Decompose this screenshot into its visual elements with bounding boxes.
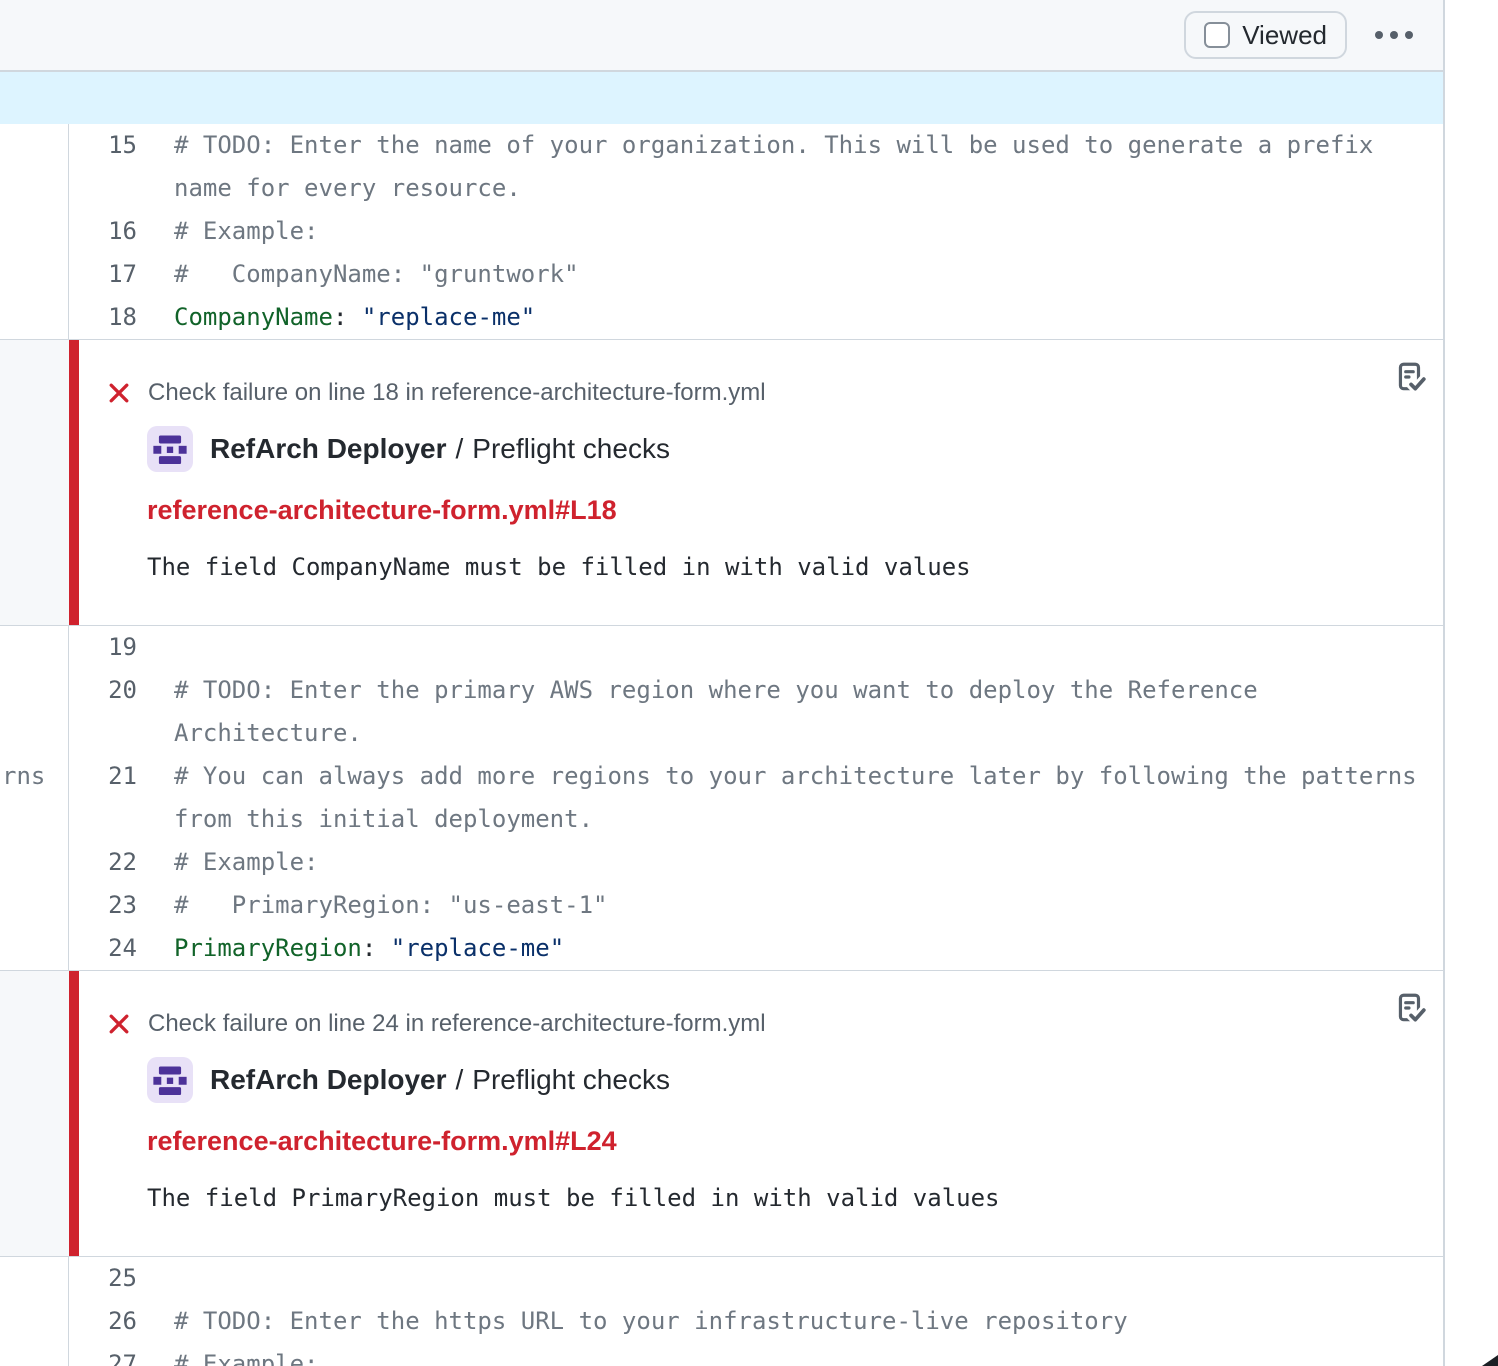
check-app-name: RefArch Deployer [210,1064,447,1096]
code-line: 19 [0,626,1443,669]
old-pane-sliver [0,296,69,339]
annotation-header: Check failure on line 24 in reference-ar… [106,1009,1443,1039]
code-line: 15 # TODO: Enter the name of your organi… [0,124,1443,210]
line-number[interactable]: 16 [69,210,137,253]
old-pane-sliver [0,1257,69,1300]
old-pane-sliver [0,253,69,296]
failure-severity-bar [69,971,79,1256]
code-line: 18 CompanyName: "replace-me" [0,296,1443,339]
refarch-deployer-avatar-icon [147,426,193,472]
code-text: # You can always add more regions to you… [174,755,1438,841]
kebab-dot-icon [1390,31,1398,39]
code-text: # Example: [174,1343,1438,1366]
code-line: 22 # Example: [0,841,1443,884]
code-line: 25 [0,1257,1443,1300]
line-number[interactable]: 23 [69,884,137,927]
line-number[interactable]: 24 [69,927,137,970]
refarch-deployer-avatar-icon [147,1057,193,1103]
hunk-expand-row [0,72,1443,124]
annotation-title: Check failure on line 24 in reference-ar… [148,1009,766,1039]
old-pane-sliver [0,124,69,210]
check-run-name: Preflight checks [472,433,670,465]
line-number[interactable]: 17 [69,253,137,296]
old-pane-sliver [0,841,69,884]
code-line: 23 # PrimaryRegion: "us-east-1" [0,884,1443,927]
gutter-fill [0,971,69,1256]
checklist-icon[interactable] [1393,360,1427,394]
code-line: 27 # Example: [0,1343,1443,1366]
line-number[interactable]: 25 [69,1257,137,1300]
code-text: # PrimaryRegion: "us-east-1" [174,884,1438,927]
annotation-file-link[interactable]: reference-architecture-form.yml#L18 [147,494,1443,526]
kebab-dot-icon [1405,31,1413,39]
kebab-menu-button[interactable] [1371,23,1417,47]
old-pane-sliver [0,1300,69,1343]
check-run-name: Preflight checks [472,1064,670,1096]
code-line: 17 # CompanyName: "gruntwork" [0,253,1443,296]
code-block-2: rns 19 20 # TODO: Enter the primary AWS … [0,626,1443,970]
page: Viewed 15 # TODO: Enter the name of your… [0,0,1498,1366]
code-block-3: 25 26 # TODO: Enter the https URL to you… [0,1257,1443,1366]
annotation-body: Check failure on line 24 in reference-ar… [79,971,1443,1256]
x-icon [106,1011,132,1037]
old-pane-sliver [0,927,69,970]
line-number[interactable]: 15 [69,124,137,210]
code-text: # Example: [174,841,1438,884]
viewed-checkbox-icon[interactable] [1204,22,1230,48]
check-run-row: RefArch Deployer / Preflight checks [147,426,1443,472]
code-line: 21 # You can always add more regions to … [0,755,1443,841]
line-number[interactable]: 19 [69,626,137,669]
viewed-toggle-button[interactable]: Viewed [1184,11,1347,59]
code-text: PrimaryRegion: "replace-me" [174,927,1438,970]
kebab-dot-icon [1375,31,1383,39]
annotation-body: Check failure on line 18 in reference-ar… [79,340,1443,625]
code-text: # Example: [174,210,1438,253]
old-pane-sliver [0,626,69,669]
code-text: # TODO: Enter the https URL to your infr… [174,1300,1438,1343]
old-pane-sliver [0,884,69,927]
old-pane-sliver [0,210,69,253]
annotation-message: The field CompanyName must be filled in … [147,552,1443,582]
failure-severity-bar [69,340,79,625]
line-number[interactable]: 26 [69,1300,137,1343]
check-run-row: RefArch Deployer / Preflight checks [147,1057,1443,1103]
annotation-message: The field PrimaryRegion must be filled i… [147,1183,1443,1213]
code-text [174,626,1438,669]
code-text: # TODO: Enter the primary AWS region whe… [174,669,1438,755]
code-line: 20 # TODO: Enter the primary AWS region … [0,669,1443,755]
separator: / [456,433,464,465]
x-icon [106,380,132,406]
line-number[interactable]: 27 [69,1343,137,1366]
code-text: CompanyName: "replace-me" [174,296,1438,339]
annotation-file-link[interactable]: reference-architecture-form.yml#L24 [147,1125,1443,1157]
separator: / [456,1064,464,1096]
viewed-label: Viewed [1242,20,1327,51]
code-line: 26 # TODO: Enter the https URL to your i… [0,1300,1443,1343]
check-failure-annotation: Check failure on line 18 in reference-ar… [0,339,1443,626]
annotation-header: Check failure on line 18 in reference-ar… [106,378,1443,408]
line-number[interactable]: 21 [69,755,137,841]
cursor-fragment [1482,1355,1498,1366]
checklist-icon[interactable] [1393,991,1427,1025]
line-number[interactable]: 18 [69,296,137,339]
file-header-bar: Viewed [0,0,1443,72]
gutter-fill [0,340,69,625]
code-text [174,1257,1438,1300]
check-failure-annotation: Check failure on line 24 in reference-ar… [0,970,1443,1257]
code-text: # TODO: Enter the name of your organizat… [174,124,1438,210]
diff-file-panel: Viewed 15 # TODO: Enter the name of your… [0,0,1445,1366]
code-block-1: 15 # TODO: Enter the name of your organi… [0,124,1443,339]
old-pane-sliver [0,1343,69,1366]
line-number[interactable]: 20 [69,669,137,755]
code-line: 16 # Example: [0,210,1443,253]
check-app-name: RefArch Deployer [210,433,447,465]
code-text: # CompanyName: "gruntwork" [174,253,1438,296]
annotation-title: Check failure on line 18 in reference-ar… [148,378,766,408]
line-number[interactable]: 22 [69,841,137,884]
old-pane-sliver [0,669,69,755]
old-pane-text-fragment: rns [2,755,45,798]
code-line: 24 PrimaryRegion: "replace-me" [0,927,1443,970]
